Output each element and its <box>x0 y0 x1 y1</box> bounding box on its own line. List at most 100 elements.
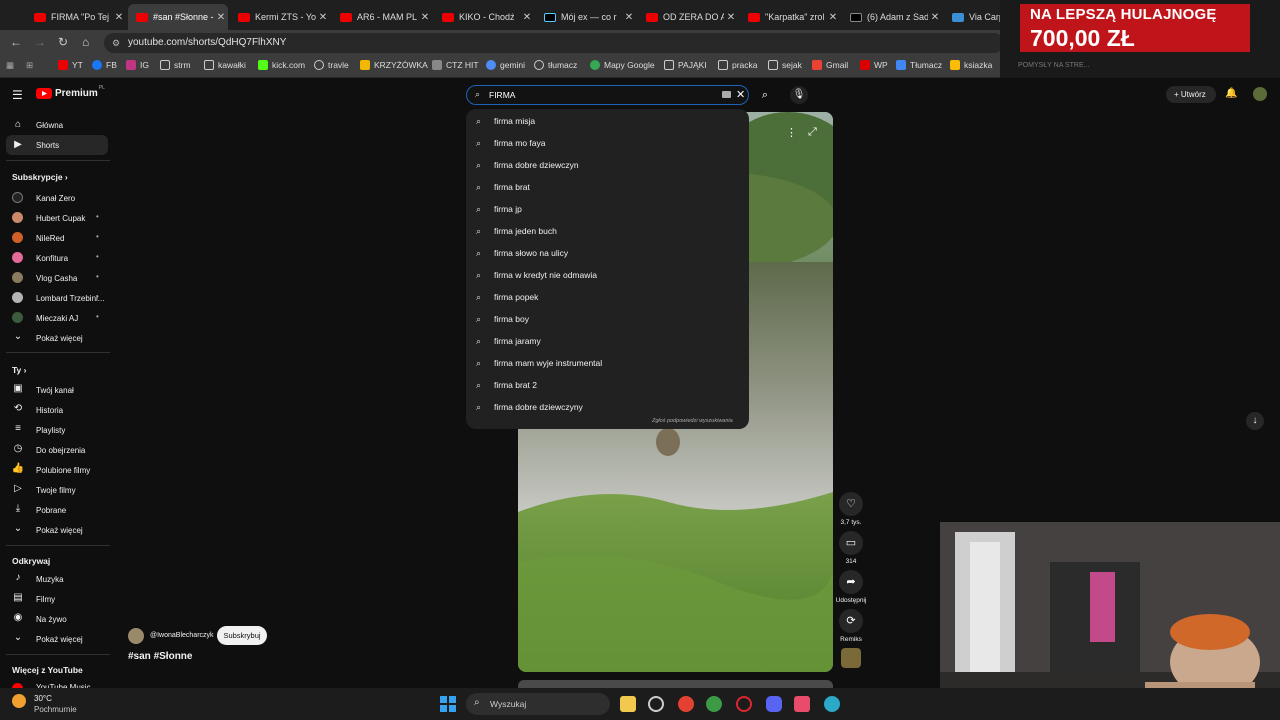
sidebar-item-your-videos[interactable]: ▷ Twoje filmy <box>6 481 108 499</box>
sidebar-item-music[interactable]: ♪ Muzyka <box>6 570 108 588</box>
sidebar-show-more[interactable]: ⌄ Pokaż więcej <box>6 521 108 539</box>
search-suggestion[interactable]: ⌕ firma jaramy <box>466 330 749 352</box>
browser-tab[interactable]: "Karpatka" zrol ✕ <box>740 4 840 30</box>
sidebar-item-home[interactable]: ⌂ Główna <box>6 115 108 135</box>
like-button[interactable]: ♡ <box>839 492 863 516</box>
search-suggestion[interactable]: ⌕ firma popek <box>466 286 749 308</box>
close-icon[interactable]: ✕ <box>520 12 534 23</box>
you-header[interactable]: Ty › <box>12 365 27 375</box>
site-info-icon[interactable]: ⚙ <box>112 33 120 53</box>
close-icon[interactable]: ✕ <box>418 12 432 23</box>
youtube-logo[interactable]: Premium PL <box>36 85 105 99</box>
search-suggestion[interactable]: ⌕ firma brat <box>466 176 749 198</box>
bookmark-item[interactable]: FB <box>92 60 117 70</box>
subscriptions-header[interactable]: Subskrypcje › <box>12 172 68 182</box>
browser-tab[interactable]: Via Carpatia <box>944 4 1004 30</box>
search-suggestion[interactable]: ⌕ firma jeden buch <box>466 220 749 242</box>
browser-tab[interactable]: KIKO - Chodź ✕ <box>434 4 534 30</box>
bookmark-item[interactable]: Tłumacz <box>896 60 942 70</box>
next-short-button[interactable]: ↓ <box>1246 412 1264 430</box>
subscribe-button[interactable]: Subskrybuj <box>217 626 267 645</box>
close-icon[interactable]: ✕ <box>622 12 636 23</box>
sidebar-show-more[interactable]: ⌄ Pokaż więcej <box>6 630 108 648</box>
forward-icon[interactable]: → <box>34 35 46 49</box>
reload-icon[interactable]: ↻ <box>58 35 68 49</box>
bookmark-item[interactable]: Gmail <box>812 60 848 70</box>
sidebar-item-watch-later[interactable]: ◷ Do obejrzenia <box>6 441 108 459</box>
browser-tab-active[interactable]: #san #Słonne - ✕ <box>128 4 228 30</box>
app-icon[interactable] <box>794 696 810 712</box>
search-suggestion[interactable]: ⌕ firma słowo na ulicy <box>466 242 749 264</box>
discord-icon[interactable] <box>766 696 782 712</box>
report-suggestions-link[interactable]: Zgłoś podpowiedzi wyszukiwania <box>652 418 733 424</box>
home-icon[interactable]: ⌂ <box>82 35 89 49</box>
search-suggestion[interactable]: ⌕ firma boy <box>466 308 749 330</box>
bookmark-folder[interactable]: sejak <box>768 60 802 70</box>
chrome-icon[interactable] <box>678 696 694 712</box>
close-icon[interactable]: ✕ <box>214 12 228 23</box>
remix-button[interactable]: ⟳ <box>839 609 863 633</box>
sidebar-item-playlists[interactable]: ≡ Playlisty <box>6 421 108 439</box>
search-suggestion[interactable]: ⌕ firma w kredyt nie odmawia <box>466 264 749 286</box>
close-icon[interactable]: ✕ <box>112 12 126 23</box>
address-bar[interactable]: ⚙ youtube.com/shorts/QdHQ7FlhXNY <box>104 33 1004 53</box>
sidebar-sub-item[interactable]: Hubert Cupak • <box>6 209 108 227</box>
file-explorer-icon[interactable] <box>620 696 636 712</box>
bookmark-item[interactable]: Mapy Google <box>590 60 655 70</box>
globe-icon[interactable] <box>824 696 840 712</box>
weather-temp[interactable]: 30°C <box>34 694 52 703</box>
bookmark-item[interactable]: IG <box>126 60 149 70</box>
share-button[interactable]: ➦ <box>839 570 863 594</box>
bookmark-item[interactable]: kick.com <box>258 60 305 70</box>
close-icon[interactable]: ✕ <box>724 12 738 23</box>
search-input[interactable]: ⌕ FIRMA ✕ <box>466 85 749 105</box>
comments-button[interactable]: ▭ <box>839 531 863 555</box>
channel-avatar[interactable] <box>128 628 144 644</box>
search-suggestion[interactable]: ⌕ firma mam wyje instrumental <box>466 352 749 374</box>
search-suggestion[interactable]: ⌕ firma brat 2 <box>466 374 749 396</box>
browser-tab[interactable]: Mój ex — co r ✕ <box>536 4 636 30</box>
sidebar-sub-item[interactable]: Mieczaki AJ • <box>6 309 108 327</box>
create-button[interactable]: + Utwórz <box>1166 86 1216 103</box>
bookmark-item[interactable]: CTZ HIT <box>432 60 479 70</box>
menu-icon[interactable]: ☰ <box>12 88 23 102</box>
sound-thumbnail[interactable] <box>841 648 861 668</box>
bookmark-folder[interactable]: strm <box>160 60 191 70</box>
browser-icon[interactable] <box>706 696 722 712</box>
bookmark-item[interactable]: YT <box>58 60 83 70</box>
sidebar-item-your-channel[interactable]: ▣ Twój kanał <box>6 381 108 399</box>
bookmark-folder[interactable]: PAJĄKI <box>664 60 707 70</box>
browser-tab[interactable]: Kermi ZTS - Yo ✕ <box>230 4 330 30</box>
weather-icon[interactable] <box>12 694 26 708</box>
browser-tab[interactable]: AR6 - MAM PL ✕ <box>332 4 432 30</box>
sidebar-sub-item[interactable]: Lombard Trzebini... • <box>6 289 108 307</box>
opera-icon[interactable] <box>736 696 752 712</box>
sidebar-sub-item[interactable]: NileRed • <box>6 229 108 247</box>
sidebar-item-downloads[interactable]: ⤓ Pobrane <box>6 501 108 519</box>
grid-icon[interactable]: ⊞ <box>26 60 33 71</box>
search-suggestion[interactable]: ⌕ firma mo faya <box>466 132 749 154</box>
bookmark-item[interactable]: WP <box>860 60 888 70</box>
sidebar-item-live[interactable]: ◉ Na żywo <box>6 610 108 628</box>
weather-desc[interactable]: Pochmurnie <box>34 705 77 714</box>
sidebar-sub-item[interactable]: Kanał Zero <box>6 189 108 207</box>
avatar[interactable] <box>1253 87 1267 101</box>
search-button[interactable]: ⌕ <box>752 85 778 105</box>
more-options-icon[interactable]: ⋮ <box>786 126 797 139</box>
close-icon[interactable]: ✕ <box>826 12 840 23</box>
close-icon[interactable]: ✕ <box>316 12 330 23</box>
bookmark-item[interactable]: tłumacz <box>534 60 577 70</box>
bookmark-folder[interactable]: pracka <box>718 60 758 70</box>
sidebar-item-history[interactable]: ⟲ Historia <box>6 401 108 419</box>
voice-search-icon[interactable]: 🎙 <box>790 86 808 104</box>
bookmark-folder[interactable]: kawałki <box>204 60 246 70</box>
bookmark-item[interactable]: ksiazka <box>950 60 992 70</box>
sidebar-show-more[interactable]: ⌄ Pokaż więcej <box>6 329 108 347</box>
browser-tab[interactable]: (6) Adam z Sad ✕ <box>842 4 942 30</box>
sidebar-sub-item[interactable]: Vlog Casha • <box>6 269 108 287</box>
search-suggestion[interactable]: ⌕ firma misja <box>466 110 749 132</box>
sidebar-item-liked[interactable]: 👍 Polubione filmy <box>6 461 108 479</box>
bookmark-item[interactable]: travle <box>314 60 349 70</box>
browser-tab[interactable]: FIRMA "Po Tej ✕ <box>26 4 126 30</box>
keyboard-icon[interactable] <box>722 91 731 98</box>
